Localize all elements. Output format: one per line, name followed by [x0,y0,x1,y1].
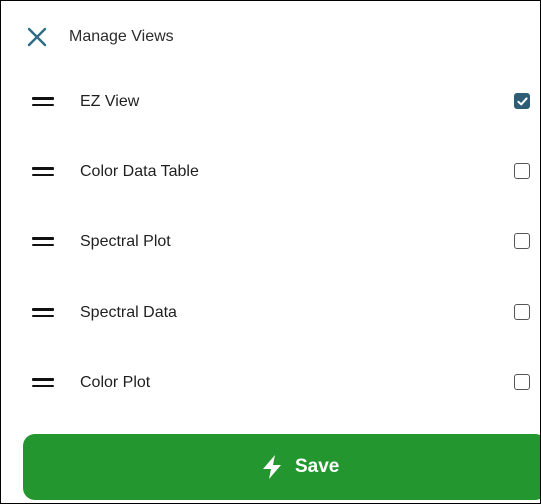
view-checkbox-ez-view[interactable] [514,93,530,109]
header: Manage Views [1,1,540,71]
view-label: Spectral Plot [80,233,171,250]
drag-handle-icon[interactable] [32,237,54,247]
drag-handle-icon[interactable] [32,167,54,177]
view-row-color-data-table: Color Data Table [1,147,540,197]
view-row-spectral-data: Spectral Data [1,288,540,338]
manage-views-panel: Manage Views EZ View Color Data Table Sp… [0,0,541,504]
save-button-content: Save [261,453,339,481]
view-label: Color Data Table [80,163,199,180]
panel-title: Manage Views [69,28,174,45]
view-checkbox-spectral-data[interactable] [514,304,530,320]
view-row-spectral-plot: Spectral Plot [1,217,540,267]
view-row-ez-view: EZ View [1,77,540,127]
view-label: Spectral Data [80,304,177,321]
view-checkbox-spectral-plot[interactable] [514,233,530,249]
view-label: EZ View [80,93,140,110]
save-button-label: Save [295,456,340,477]
close-icon [27,27,47,47]
view-checkbox-color-plot[interactable] [514,374,530,390]
view-checkbox-color-data-table[interactable] [514,163,530,179]
checkmark-icon [517,97,528,106]
lightning-bolt-icon [263,455,281,479]
drag-handle-icon[interactable] [32,378,54,388]
drag-handle-icon[interactable] [32,97,54,107]
drag-handle-icon[interactable] [32,308,54,318]
save-button[interactable]: Save [23,434,540,500]
view-label: Color Plot [80,374,151,391]
close-button[interactable] [25,25,49,49]
view-row-color-plot: Color Plot [1,358,540,408]
